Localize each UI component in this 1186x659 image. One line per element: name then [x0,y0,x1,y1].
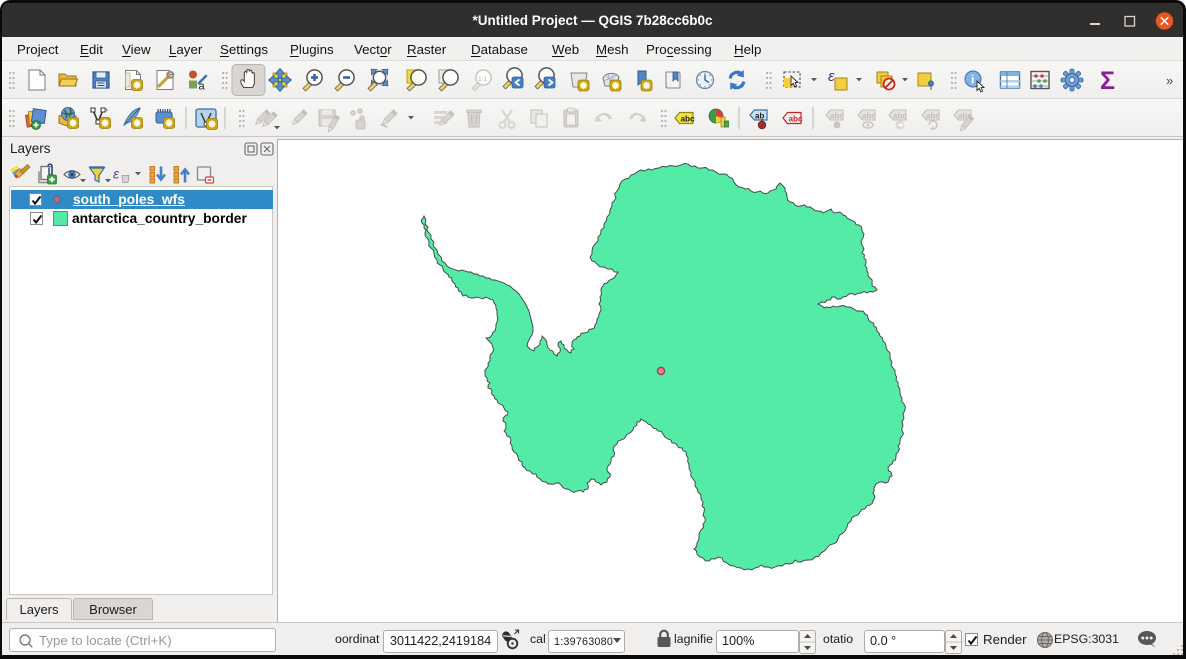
svg-text:abc: abc [830,112,844,121]
svg-text:Σ: Σ [1100,67,1115,95]
svg-text:a: a [199,81,206,93]
svg-text:abc: abc [893,112,907,121]
svg-text:abc: abc [926,112,940,121]
svg-text:abc: abc [862,112,876,121]
svg-text:ab: ab [755,112,764,121]
svg-text:1:1: 1:1 [478,76,487,83]
svg-text:i: i [971,73,974,87]
svg-text:abc: abc [681,114,696,123]
svg-text:ε: ε [828,68,835,85]
svg-text:»: » [1166,73,1173,88]
svg-text:abc: abc [789,114,804,123]
svg-text:ε: ε [113,166,120,182]
